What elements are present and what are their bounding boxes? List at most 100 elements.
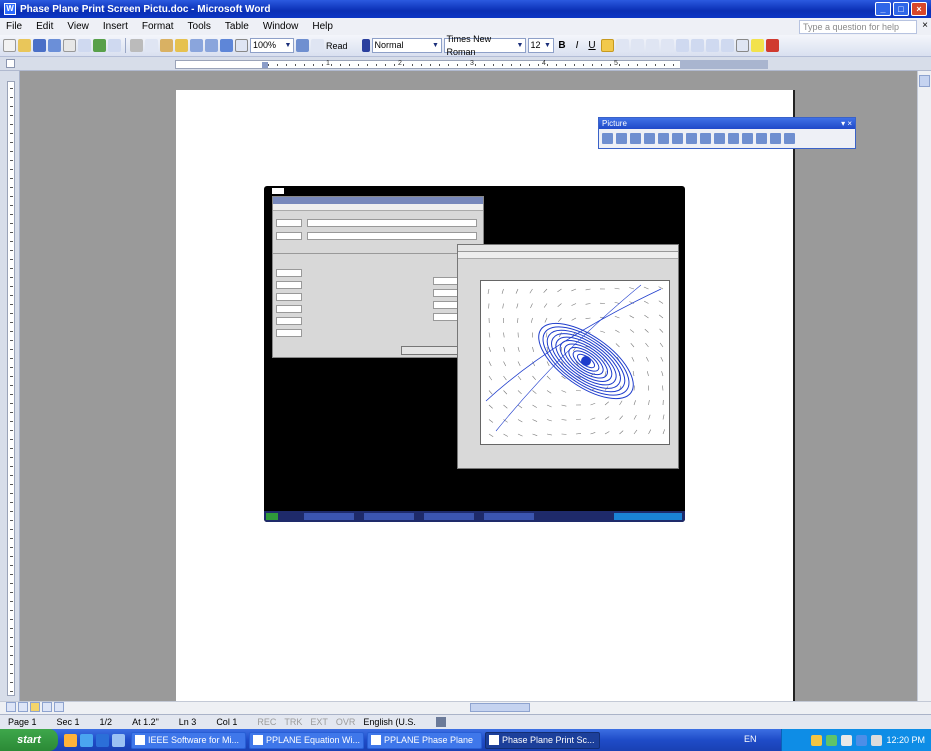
tray-icon[interactable] bbox=[841, 734, 853, 746]
read-icon[interactable] bbox=[311, 39, 324, 52]
minimize-button[interactable]: _ bbox=[875, 2, 891, 16]
bold-button[interactable]: B bbox=[556, 40, 569, 51]
outline-view-icon[interactable] bbox=[42, 702, 52, 712]
less-brightness-icon[interactable] bbox=[672, 133, 683, 144]
set-transparent-color-icon[interactable] bbox=[770, 133, 781, 144]
color-icon[interactable] bbox=[616, 133, 627, 144]
outside-border-icon[interactable] bbox=[735, 39, 749, 52]
open-folder-icon[interactable] bbox=[18, 39, 31, 52]
taskbar-task-ieee[interactable]: IEEE Software for Mi... bbox=[131, 731, 246, 749]
help-icon[interactable] bbox=[296, 39, 309, 52]
hyperlink-icon[interactable] bbox=[220, 39, 233, 52]
status-trk[interactable]: TRK bbox=[284, 717, 302, 727]
print-icon[interactable] bbox=[63, 39, 76, 52]
status-ext[interactable]: EXT bbox=[310, 717, 328, 727]
status-ovr[interactable]: OVR bbox=[336, 717, 356, 727]
redo-icon[interactable] bbox=[205, 39, 218, 52]
rotate-left-icon[interactable] bbox=[700, 133, 711, 144]
font-combo[interactable]: Times New Roman ▼ bbox=[443, 34, 526, 57]
styles-pane-icon[interactable] bbox=[361, 39, 370, 52]
align-left-icon[interactable] bbox=[600, 39, 614, 52]
menu-window[interactable]: Window bbox=[261, 21, 301, 32]
close-document-icon[interactable]: × bbox=[922, 20, 928, 31]
tab-selector-icon[interactable] bbox=[6, 59, 15, 68]
format-painter-icon[interactable] bbox=[175, 39, 188, 52]
picture-toolbar-titlebar[interactable]: Picture ▾ × bbox=[599, 118, 855, 129]
crop-icon[interactable] bbox=[686, 133, 697, 144]
read-button[interactable]: Read bbox=[326, 41, 348, 51]
font-color-icon[interactable] bbox=[765, 39, 779, 52]
maximize-button[interactable]: □ bbox=[893, 2, 909, 16]
bullets-icon[interactable] bbox=[690, 39, 704, 52]
picture-toolbar-close-icon[interactable]: ▾ × bbox=[841, 118, 852, 129]
tray-icon[interactable] bbox=[811, 734, 823, 746]
vertical-scrollbar[interactable] bbox=[917, 71, 931, 701]
decrease-indent-icon[interactable] bbox=[705, 39, 719, 52]
menu-table[interactable]: Table bbox=[223, 21, 251, 32]
undo-icon[interactable] bbox=[190, 39, 203, 52]
normal-view-icon[interactable] bbox=[6, 702, 16, 712]
font-size-combo[interactable]: 12 ▼ bbox=[527, 38, 554, 53]
menu-insert[interactable]: Insert bbox=[101, 21, 130, 32]
menu-format[interactable]: Format bbox=[140, 21, 176, 32]
new-document-icon[interactable] bbox=[3, 39, 16, 52]
taskbar-task-pplane-equation[interactable]: PPLANE Equation Wi... bbox=[249, 731, 364, 749]
less-contrast-icon[interactable] bbox=[644, 133, 655, 144]
indent-marker[interactable] bbox=[262, 62, 268, 68]
style-combo[interactable]: Normal ▼ bbox=[371, 38, 442, 53]
close-button[interactable]: × bbox=[911, 2, 927, 16]
chevron-down-icon[interactable]: ▼ bbox=[543, 39, 553, 52]
horizontal-scroll-thumb[interactable] bbox=[470, 703, 530, 712]
chevron-down-icon[interactable]: ▼ bbox=[515, 39, 524, 52]
underline-button[interactable]: U bbox=[586, 40, 599, 51]
internet-explorer-icon[interactable] bbox=[80, 733, 93, 747]
horizontal-scrollbar[interactable] bbox=[0, 701, 931, 714]
print-layout-view-icon[interactable] bbox=[30, 702, 40, 712]
spelling-status-icon[interactable] bbox=[435, 717, 446, 727]
show-desktop-icon[interactable] bbox=[112, 733, 125, 747]
network-icon[interactable] bbox=[856, 734, 868, 746]
reading-layout-view-icon[interactable] bbox=[54, 702, 64, 712]
firefox-icon[interactable] bbox=[64, 733, 77, 747]
image-resize-handle[interactable] bbox=[272, 188, 284, 194]
vertical-ruler[interactable] bbox=[0, 71, 20, 701]
menu-help[interactable]: Help bbox=[310, 21, 335, 32]
text-wrapping-icon[interactable] bbox=[742, 133, 753, 144]
tray-icon[interactable] bbox=[826, 734, 838, 746]
help-search-input[interactable]: Type a question for help bbox=[799, 20, 917, 34]
chevron-down-icon[interactable]: ▼ bbox=[431, 39, 441, 52]
cut-icon[interactable] bbox=[130, 39, 143, 52]
clock[interactable]: 12:20 PM bbox=[886, 735, 925, 745]
highlight-icon[interactable] bbox=[750, 39, 764, 52]
zoom-combo[interactable]: 100% ▼ bbox=[250, 38, 294, 53]
chevron-down-icon[interactable]: ▼ bbox=[283, 39, 293, 52]
menu-view[interactable]: View bbox=[65, 21, 91, 32]
compress-pictures-icon[interactable] bbox=[728, 133, 739, 144]
word-app-icon[interactable]: W bbox=[4, 3, 16, 15]
permission-icon[interactable] bbox=[48, 39, 61, 52]
increase-indent-icon[interactable] bbox=[720, 39, 734, 52]
save-icon[interactable] bbox=[33, 39, 46, 52]
status-rec[interactable]: REC bbox=[257, 717, 276, 727]
table-icon[interactable] bbox=[235, 39, 248, 52]
line-style-icon[interactable] bbox=[714, 133, 725, 144]
paste-icon[interactable] bbox=[160, 39, 173, 52]
align-center-icon[interactable] bbox=[615, 39, 629, 52]
language-indicator[interactable]: EN bbox=[744, 734, 757, 744]
spelling-icon[interactable] bbox=[93, 39, 106, 52]
numbering-icon[interactable] bbox=[675, 39, 689, 52]
align-right-icon[interactable] bbox=[630, 39, 644, 52]
format-picture-icon[interactable] bbox=[756, 133, 767, 144]
vertical-scroll-thumb[interactable] bbox=[919, 75, 930, 87]
word-quicklaunch-icon[interactable] bbox=[96, 733, 109, 747]
menu-edit[interactable]: Edit bbox=[34, 21, 55, 32]
menu-file[interactable]: File bbox=[4, 21, 24, 32]
research-icon[interactable] bbox=[108, 39, 121, 52]
start-button[interactable]: start bbox=[0, 729, 58, 751]
taskbar-task-word-doc[interactable]: Phase Plane Print Sc... bbox=[485, 731, 600, 749]
line-spacing-icon[interactable] bbox=[660, 39, 674, 52]
taskbar-task-pplane-phase[interactable]: PPLANE Phase Plane bbox=[367, 731, 482, 749]
more-contrast-icon[interactable] bbox=[630, 133, 641, 144]
print-preview-icon[interactable] bbox=[78, 39, 91, 52]
volume-icon[interactable] bbox=[871, 734, 883, 746]
